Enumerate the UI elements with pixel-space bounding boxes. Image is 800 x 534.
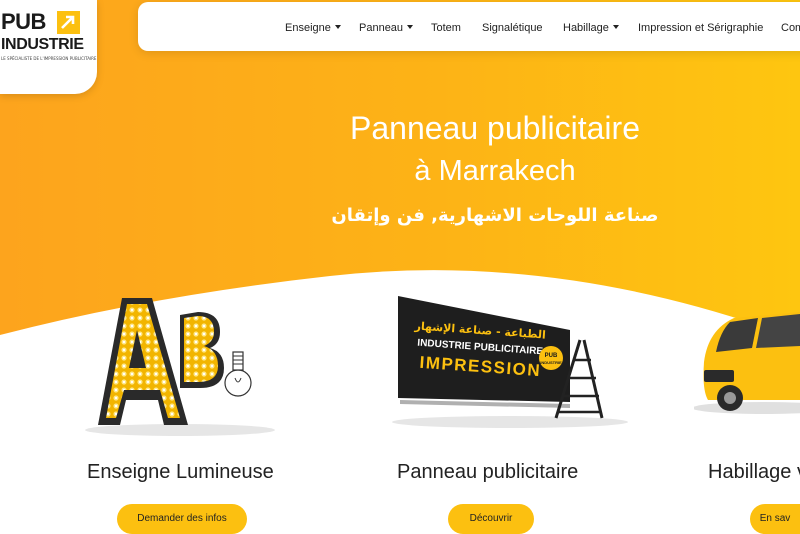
chevron-down-icon xyxy=(334,25,341,29)
nav-item-totem[interactable]: Totem xyxy=(431,22,461,34)
logo-line-2: INDUSTRIE xyxy=(1,36,84,53)
nav-item-label: Habillage xyxy=(563,22,609,34)
card-title-panneau: Panneau publicitaire xyxy=(397,461,579,483)
nav-item-com[interactable]: Com xyxy=(781,22,800,34)
logo-line-1: PUB xyxy=(1,9,46,34)
logo-tagline: LE SPÉCIALISTE DE L'IMPRESSION PUBLICITA… xyxy=(1,56,97,61)
nav-item-label: Enseigne xyxy=(285,22,331,34)
nav-item-panneau[interactable]: Panneau xyxy=(359,22,414,34)
nav-item-habillage[interactable]: Habillage xyxy=(563,22,619,34)
nav-item-label: Impression et Sérigraphie xyxy=(638,22,764,34)
logo[interactable]: PUB INDUSTRIE LE SPÉCIALISTE DE L'IMPRES… xyxy=(0,0,97,94)
nav-item-label: Panneau xyxy=(359,22,404,34)
nav-item-signaletique[interactable]: Signalétique xyxy=(482,22,543,34)
nav-item-label: Totem xyxy=(431,22,461,34)
nav-item-enseigne[interactable]: Enseigne xyxy=(285,22,341,34)
hero-title: Panneau publicitaire xyxy=(350,110,640,146)
learn-more-button[interactable]: En sav xyxy=(750,504,800,534)
panel-badge-line-1: PUB xyxy=(545,353,558,359)
hero-subtitle: à Marrakech xyxy=(414,155,576,187)
lightbulb-icon xyxy=(224,351,252,397)
discover-button[interactable]: Découvrir xyxy=(448,504,534,534)
illuminated-letters-image xyxy=(85,298,275,436)
hero-arabic-tagline: صناعة اللوحات الاشهارية, فن وإتقان xyxy=(331,205,659,226)
billboard-panel-image: الطباعة - صناعة الإشهار INDUSTRIE PUBLIC… xyxy=(392,296,628,428)
nav-item-impression[interactable]: Impression et Sérigraphie xyxy=(638,22,763,34)
chevron-down-icon xyxy=(407,25,414,29)
panel-badge-icon: PUB INDUSTRIE xyxy=(539,346,563,370)
card-title-habillage: Habillage v xyxy=(708,461,800,483)
chevron-down-icon xyxy=(612,25,619,29)
card-title-enseigne: Enseigne Lumineuse xyxy=(87,461,274,483)
nav-item-label: Signalétique xyxy=(482,22,543,34)
logo-arrow-icon xyxy=(57,11,80,34)
request-info-button[interactable]: Demander des infos xyxy=(117,504,247,534)
hero-background xyxy=(0,0,800,340)
panel-badge-line-2: INDUSTRIE xyxy=(540,360,562,365)
nav-item-label: Com xyxy=(781,22,800,34)
branded-van-image xyxy=(694,312,800,414)
main-nav: Enseigne Panneau Totem Signalétique Habi… xyxy=(138,2,800,51)
